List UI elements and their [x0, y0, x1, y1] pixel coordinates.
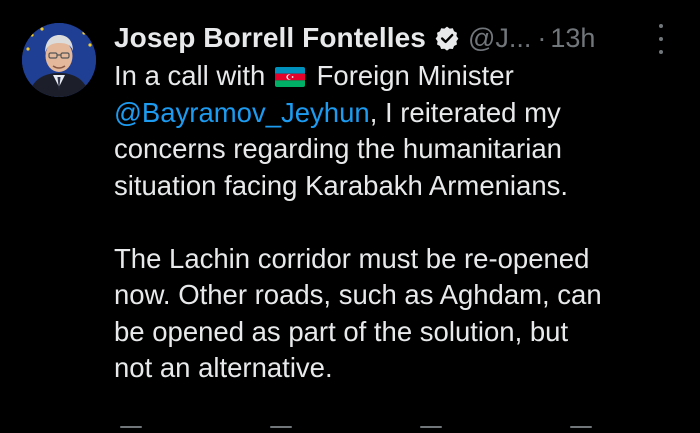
text-line: In a call with Foreign Minister — [114, 58, 684, 95]
views-icon[interactable] — [570, 426, 592, 428]
tweet[interactable]: Josep Borrell Fontelles @J... · 13h In a… — [0, 0, 700, 433]
paragraph-break — [114, 204, 684, 241]
reply-icon[interactable] — [120, 426, 142, 428]
more-options-icon[interactable] — [650, 24, 672, 54]
like-icon[interactable] — [420, 426, 442, 428]
text-line: concerns regarding the humanitarian — [114, 133, 562, 164]
text-segment: In a call with — [114, 60, 266, 91]
text-line: @Bayramov_Jeyhun, I reiterated my — [114, 95, 684, 132]
azerbaijan-flag-icon — [274, 67, 305, 87]
text-segment: Foreign Minister — [316, 60, 514, 91]
text-segment: , I reiterated my — [369, 96, 561, 128]
separator-dot: · — [537, 22, 547, 53]
mention-link[interactable]: @Bayramov_Jeyhun — [114, 97, 370, 128]
avatar[interactable] — [22, 23, 96, 97]
action-bar-partial — [110, 424, 670, 433]
verified-badge-icon — [434, 25, 460, 51]
text-line: situation facing Karabakh Armenians. — [114, 169, 569, 201]
tweet-text: In a call with Foreign Minister @Bayramo… — [114, 58, 684, 387]
text-line: now. Other roads, such as Aghdam, can — [114, 279, 602, 310]
text-line: not an alternative. — [114, 352, 333, 383]
text-line: be opened as part of the solution, but — [114, 315, 569, 347]
author-display-name[interactable]: Josep Borrell Fontelles — [114, 22, 426, 54]
text-line: The Lachin corridor must be re-opened — [114, 242, 590, 274]
author-handle[interactable]: @J... — [468, 23, 531, 54]
repost-icon[interactable] — [270, 426, 292, 428]
tweet-header: Josep Borrell Fontelles @J... · 13h — [114, 18, 595, 58]
timestamp[interactable]: 13h — [550, 23, 595, 54]
